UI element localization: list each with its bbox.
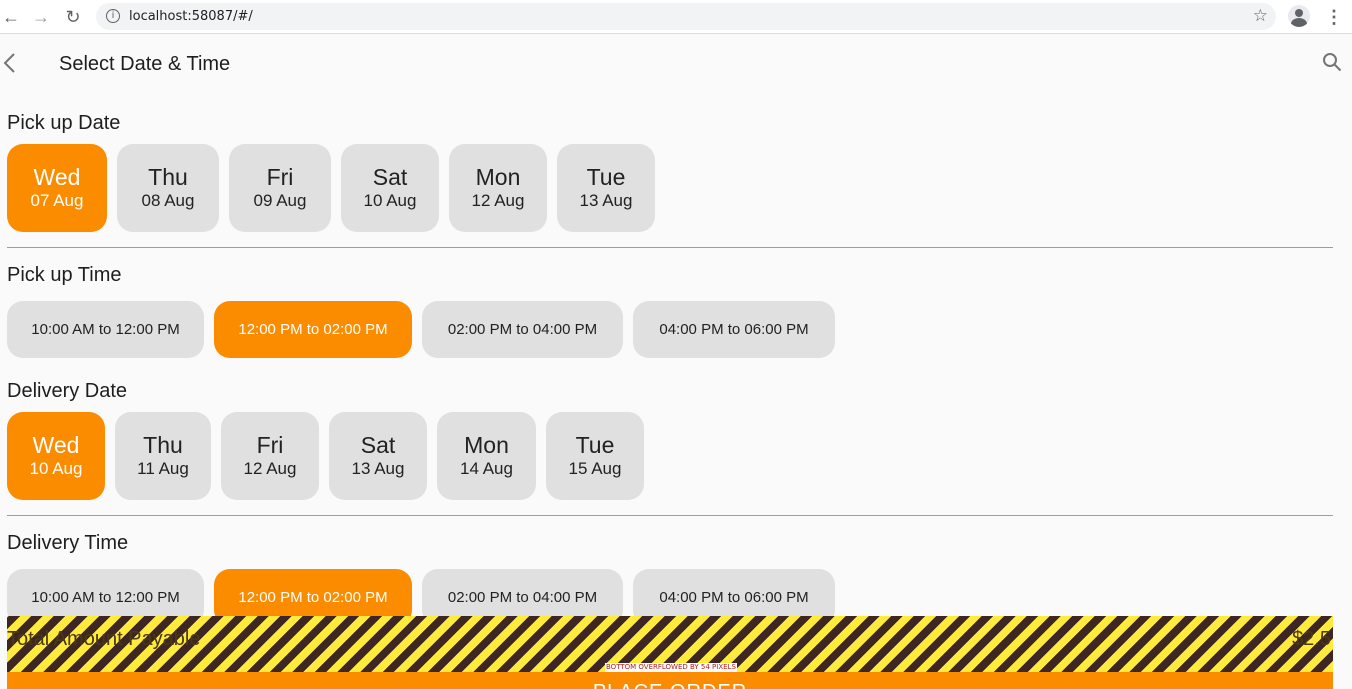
search-icon[interactable] [1322, 52, 1342, 72]
delivery-date-title: Delivery Date [7, 380, 128, 402]
pickup-date-title: Pick up Date [7, 112, 121, 134]
overflow-warning-band: Total Amount Payable $2.5 BOTTOM OVERFLO… [7, 616, 1333, 672]
pickup-time-slot[interactable]: 04:00 PM to 06:00 PM [633, 301, 835, 358]
browser-forward-icon[interactable]: → [30, 6, 52, 28]
day-name: Tue [586, 164, 626, 190]
day-date: 11 Aug [137, 459, 189, 478]
day-date: 07 Aug [30, 191, 84, 210]
delivery-day-card[interactable]: Tue 15 Aug [546, 412, 644, 500]
pickup-day-card[interactable]: Mon 12 Aug [449, 144, 547, 232]
day-date: 13 Aug [579, 191, 633, 210]
browser-back-icon[interactable]: ← [0, 6, 22, 28]
address-bar[interactable]: i localhost:58087/#/ ☆ [96, 3, 1276, 30]
profile-avatar-icon[interactable] [1288, 5, 1310, 27]
pickup-day-card[interactable]: Thu 08 Aug [117, 144, 219, 232]
day-date: 12 Aug [471, 191, 525, 210]
browser-reload-icon[interactable]: ↻ [62, 6, 84, 28]
day-name: Sat [360, 432, 396, 458]
pickup-time-slot[interactable]: 12:00 PM to 02:00 PM [214, 301, 412, 358]
bookmark-star-icon[interactable]: ☆ [1253, 6, 1268, 26]
pickup-day-card[interactable]: Sat 10 Aug [341, 144, 439, 232]
place-order-label: PLACE ORDER [7, 681, 1333, 689]
pickup-day-card[interactable]: Tue 13 Aug [557, 144, 655, 232]
day-name: Mon [464, 432, 509, 458]
day-name: Fri [256, 432, 284, 458]
total-amount-value: $2.5 [1292, 628, 1331, 650]
app-bar: Select Date & Time [0, 35, 1352, 91]
place-order-button[interactable]: PLACE ORDER [7, 672, 1333, 689]
day-name: Fri [266, 164, 294, 190]
divider [7, 515, 1333, 516]
day-name: Wed [32, 432, 80, 458]
day-date: 09 Aug [253, 191, 307, 210]
delivery-day-card[interactable]: Thu 11 Aug [115, 412, 211, 500]
delivery-day-card[interactable]: Sat 13 Aug [329, 412, 427, 500]
day-date: 12 Aug [243, 459, 297, 478]
day-date: 15 Aug [568, 459, 622, 478]
day-name: Thu [143, 432, 183, 458]
day-name: Tue [575, 432, 615, 458]
delivery-day-card[interactable]: Wed 10 Aug [7, 412, 105, 500]
pickup-time-slot[interactable]: 02:00 PM to 04:00 PM [422, 301, 623, 358]
site-info-icon[interactable]: i [106, 9, 120, 23]
pickup-time-slot[interactable]: 10:00 AM to 12:00 PM [7, 301, 204, 358]
day-name: Sat [372, 164, 408, 190]
url-text: localhost:58087/#/ [129, 9, 253, 24]
browser-toolbar: ← → ↻ i localhost:58087/#/ ☆ ⋮ [0, 0, 1352, 34]
overflow-message: BOTTOM OVERFLOWED BY 54 PIXELS [605, 663, 737, 672]
day-date: 10 Aug [363, 191, 417, 210]
delivery-time-title: Delivery Time [7, 532, 129, 554]
day-date: 10 Aug [29, 459, 83, 478]
day-name: Wed [33, 164, 81, 190]
pickup-day-card[interactable]: Wed 07 Aug [7, 144, 107, 232]
pickup-time-title: Pick up Time [7, 264, 122, 286]
divider [7, 247, 1333, 248]
day-date: 14 Aug [460, 459, 513, 478]
day-name: Thu [148, 164, 188, 190]
day-name: Mon [475, 164, 521, 190]
delivery-day-card[interactable]: Mon 14 Aug [437, 412, 536, 500]
total-amount-label: Total Amount Payable [7, 628, 201, 650]
page-title: Select Date & Time [59, 53, 231, 75]
delivery-day-card[interactable]: Fri 12 Aug [221, 412, 319, 500]
day-date: 13 Aug [351, 459, 405, 478]
day-date: 08 Aug [141, 191, 195, 210]
back-arrow-icon[interactable] [2, 52, 18, 74]
browser-menu-icon[interactable]: ⋮ [1325, 6, 1343, 28]
pickup-day-card[interactable]: Fri 09 Aug [229, 144, 331, 232]
